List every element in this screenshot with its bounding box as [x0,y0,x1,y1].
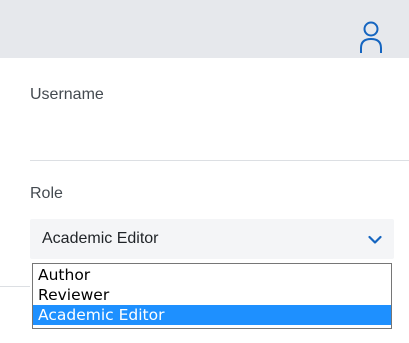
user-menu-button[interactable] [356,20,386,54]
role-option-academic-editor[interactable]: Academic Editor [33,305,391,325]
top-bar [0,0,409,58]
page: Username Role Academic Editor Author Rev… [0,0,409,343]
role-select[interactable]: Academic Editor [30,219,394,259]
role-label: Role [30,185,63,202]
role-option-reviewer[interactable]: Reviewer [33,285,391,305]
role-select-value: Academic Editor [42,230,159,247]
divider [0,286,30,287]
role-dropdown-list: Author Reviewer Academic Editor [32,263,392,329]
divider [30,160,409,161]
username-label: Username [30,86,104,103]
role-option-author[interactable]: Author [33,265,391,285]
chevron-down-icon [368,235,382,244]
user-icon [360,21,382,53]
